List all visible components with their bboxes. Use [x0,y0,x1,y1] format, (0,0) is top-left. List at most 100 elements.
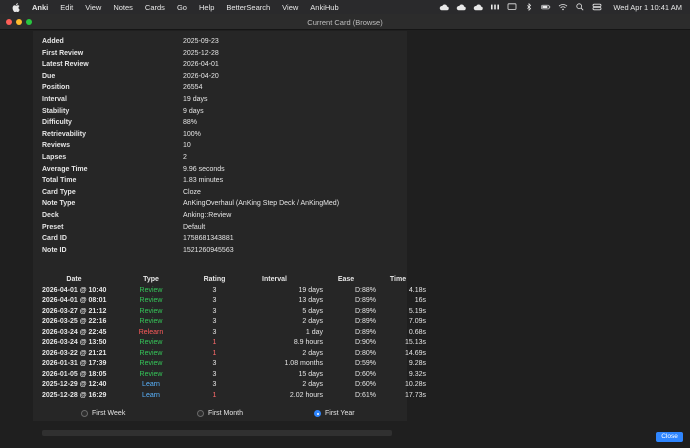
range-selector: First Week First Month First Year [81,410,355,417]
cell-interval: 2 days [302,318,323,325]
table-row: 2026-01-05 @ 18:05 Review 3 15 days D:60% 9.3… [42,370,426,381]
cloud-icon[interactable] [456,3,467,11]
cell-interval: 1.08 months [284,360,323,367]
radio-first-week[interactable]: First Week [81,410,197,417]
cell-rating: 1 [212,391,217,399]
radio-label: First Week [92,410,126,417]
table-row: 2026-03-27 @ 21:12 Review 3 5 days D:89% 5.19… [42,307,426,318]
radio-button-selected-icon[interactable] [314,410,321,417]
radio-button-icon[interactable] [197,410,204,417]
info-label: Card ID [42,235,67,243]
info-value: Cloze [183,188,201,196]
info-label: Note ID [42,246,67,254]
menubar-clock[interactable]: Wed Apr 1 10:41 AM [613,3,682,12]
info-row-first-review: First Review 2025-12-28 [42,48,339,60]
cell-type: Review [139,286,163,294]
cell-ease: D:89% [354,307,376,315]
cell-time: 10.28s [404,381,426,388]
control-center-icon[interactable] [592,3,602,11]
menu-bettersearch[interactable]: BetterSearch [226,3,270,12]
search-icon[interactable] [575,3,585,11]
bluetooth-icon[interactable] [524,3,534,11]
menu-go[interactable]: Go [177,3,187,12]
menu-view-2[interactable]: View [282,3,298,12]
menu-ankihub[interactable]: AnkiHub [310,3,338,12]
info-value: 2026-04-01 [183,61,219,69]
info-label: Latest Review [42,61,89,69]
cell-type: Review [139,349,163,357]
info-value: AnKingOverhaul (AnKing Step Deck / AnKin… [183,200,340,208]
menu-edit[interactable]: Edit [60,3,73,12]
menu-cards[interactable]: Cards [145,3,165,12]
cell-ease: D:61% [354,391,376,399]
apple-logo-icon[interactable] [10,2,22,12]
radio-label: First Month [208,410,244,417]
radio-first-month[interactable]: First Month [197,410,314,417]
close-button[interactable]: Close [656,432,683,442]
menu-help[interactable]: Help [199,3,214,12]
table-row: 2026-04-01 @ 08:01 Review 3 13 days D:89% 16s [42,296,426,307]
cell-rating: 3 [212,360,217,367]
menu-notes[interactable]: Notes [113,3,133,12]
review-history-table: Date Type Rating Interval Ease Time 2026… [42,275,426,401]
cell-rating: 3 [212,328,217,336]
cloud-upload-icon[interactable] [473,3,484,11]
info-row-total-time: Total Time 1.83 minutes [42,175,339,187]
info-value: 2025-09-23 [183,38,219,45]
forgetting-curve-graph [42,430,392,436]
cell-date: 2026-03-22 @ 21:21 [42,349,107,357]
cell-interval: 8.9 hours [293,339,323,346]
table-row: 2026-03-22 @ 21:21 Review 1 2 days D:80% 14.6… [42,349,426,360]
cell-ease: D:60% [354,381,376,388]
cell-date: 2026-04-01 @ 10:40 [42,286,107,294]
cell-date: 2026-01-05 @ 18:05 [42,370,107,378]
review-history-header: Date Type Rating Interval Ease Time [42,275,426,286]
cell-interval: 5 days [302,307,323,315]
info-value: Default [183,223,206,231]
battery-icon[interactable] [541,3,551,11]
info-label: Position [42,84,70,92]
card-info-window: Current Card (Browse) Added 2025-09-23 Fi… [0,14,690,448]
window-minimize-icon[interactable] [16,18,22,25]
info-row-interval: Interval 19 days [42,94,339,106]
info-row-lapses: Lapses 2 [42,152,339,164]
info-value: 1758681343881 [183,235,234,243]
cell-rating: 1 [212,339,217,346]
radio-button-icon[interactable] [81,410,88,417]
info-row-latest-review: Latest Review 2026-04-01 [42,59,339,71]
cell-interval: 19 days [298,286,323,294]
cell-rating: 3 [212,381,217,388]
info-row-deck: Deck Anking::Review [42,210,339,222]
info-value: 2025-12-28 [183,49,219,57]
cell-date: 2026-03-24 @ 13:50 [42,339,107,346]
info-label: Difficulty [42,119,72,127]
cell-date: 2025-12-29 @ 12:40 [42,381,107,388]
info-row-card-id: Card ID 1758681343881 [42,233,339,245]
cell-type: Review [139,339,163,346]
display-icon[interactable] [507,3,517,11]
info-row-card-type: Card Type Cloze [42,187,339,199]
cell-type: Review [139,360,163,367]
wifi-icon[interactable] [558,3,568,11]
info-value: 9 days [183,107,204,115]
table-row: 2025-12-28 @ 16:29 Learn 1 2.02 hours D:61% 1… [42,391,426,402]
cell-rating: 3 [212,286,217,294]
media-controls-icon[interactable] [490,3,500,11]
menu-app-anki[interactable]: Anki [32,3,48,12]
info-label: Note Type [42,200,76,208]
cell-time: 14.69s [404,349,426,357]
window-close-icon[interactable] [6,18,12,25]
info-row-stability: Stability 9 days [42,106,339,118]
window-zoom-icon[interactable] [26,18,32,25]
cell-ease: D:60% [354,370,376,378]
cell-type: Review [139,307,163,315]
cell-type: Review [139,370,163,378]
cell-interval: 2.02 hours [289,391,323,399]
cloud-sync-icon[interactable] [439,3,450,11]
info-row-difficulty: Difficulty 88% [42,117,339,129]
radio-first-year[interactable]: First Year [314,410,355,417]
cell-time: 9.32s [408,370,426,378]
info-value: 88% [183,119,198,127]
menu-view[interactable]: View [85,3,101,12]
cell-time: 0.68s [408,328,426,336]
